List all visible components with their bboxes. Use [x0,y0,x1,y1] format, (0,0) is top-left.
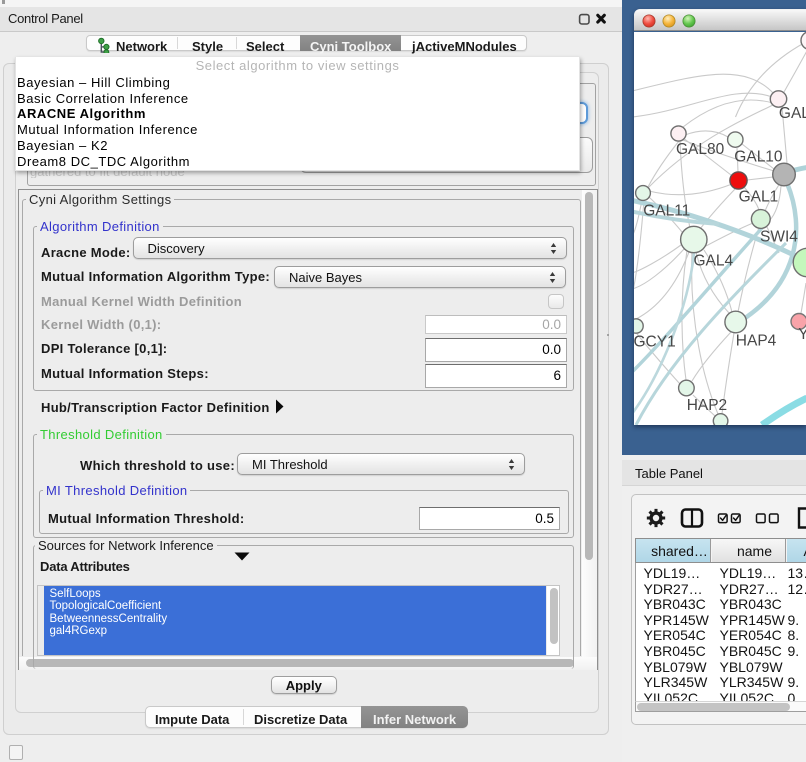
svg-text:GAL11: GAL11 [643,203,690,220]
svg-text:GAL10: GAL10 [734,148,783,165]
svg-text:GAL80: GAL80 [676,141,725,158]
svg-text:GAL1: GAL1 [739,188,779,205]
svg-text:Y: Y [798,326,806,343]
svg-text:GAL7: GAL7 [779,105,806,122]
svg-text:SWI4: SWI4 [760,229,798,246]
svg-text:GAL4: GAL4 [694,253,734,270]
svg-text:HAP4: HAP4 [736,333,777,350]
svg-text:GCY1: GCY1 [634,333,676,350]
svg-text:HAP2: HAP2 [687,397,728,414]
